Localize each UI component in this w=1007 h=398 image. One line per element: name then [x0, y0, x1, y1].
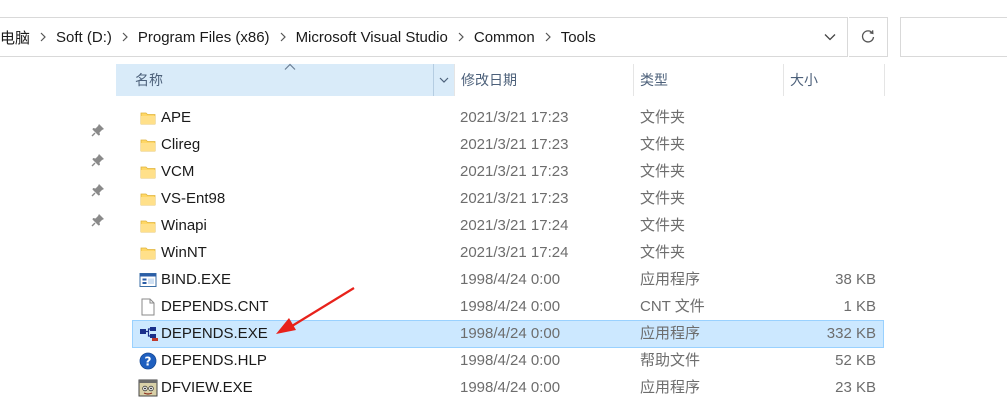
file-name: DEPENDS.CNT [161, 298, 269, 315]
file-date: 2021/3/21 17:23 [460, 163, 569, 180]
chevron-right-icon[interactable] [116, 18, 134, 56]
file-size: 38 KB [835, 271, 876, 288]
column-header-date-label: 修改日期 [461, 72, 517, 88]
file-name: VCM [161, 163, 195, 180]
file-type: 文件夹 [640, 109, 686, 126]
file-size: 332 KB [826, 325, 876, 342]
column-header-type-label: 类型 [640, 72, 668, 88]
file-row-depends-exe[interactable]: DEPENDS.EXE 1998/4/24 0:00 应用程序 332 KB [132, 320, 884, 348]
folder-icon [138, 109, 158, 127]
refresh-button[interactable] [849, 17, 888, 57]
file-date: 2021/3/21 17:23 [460, 190, 569, 207]
file-size: 52 KB [835, 352, 876, 369]
file-name: WinNT [161, 244, 207, 261]
column-divider[interactable] [884, 64, 885, 96]
ribbon-strip [0, 0, 1007, 8]
file-type: 应用程序 [640, 271, 701, 288]
chevron-right-icon[interactable] [539, 18, 557, 56]
breadcrumb-item-tools[interactable]: Tools [557, 29, 600, 46]
file-name: Clireg [161, 136, 201, 153]
file-date: 2021/3/21 17:24 [460, 217, 569, 234]
file-type: 文件夹 [640, 163, 686, 180]
file-date: 2021/3/21 17:23 [460, 109, 569, 126]
folder-icon [138, 217, 158, 235]
search-input[interactable] [900, 17, 1007, 57]
file-type: 文件夹 [640, 190, 686, 207]
file-row-ape[interactable]: APE 2021/3/21 17:23 文件夹 [132, 105, 884, 132]
file-type: CNT 文件 [640, 298, 705, 315]
folder-icon [138, 244, 158, 262]
svg-text:?: ? [145, 355, 152, 369]
file-name: BIND.EXE [161, 271, 232, 288]
column-header-name-label: 名称 [135, 72, 163, 88]
folder-icon [138, 136, 158, 154]
file-date: 1998/4/24 0:00 [460, 379, 561, 396]
file-date: 1998/4/24 0:00 [460, 298, 561, 315]
help-file-icon: ? [138, 352, 158, 370]
file-row-vcm[interactable]: VCM 2021/3/21 17:23 文件夹 [132, 159, 884, 186]
address-bar[interactable]: 电脑 Soft (D:) Program Files (x86) Microso… [0, 17, 848, 57]
column-header-date[interactable]: 修改日期 [455, 64, 633, 96]
file-row-clireg[interactable]: Clireg 2021/3/21 17:23 文件夹 [132, 132, 884, 159]
file-size: 23 KB [835, 379, 876, 396]
file-size: 1 KB [843, 298, 876, 315]
refresh-icon [861, 30, 875, 43]
breadcrumb-item-soft-drive[interactable]: Soft (D:) [52, 29, 116, 46]
file-type: 文件夹 [640, 244, 686, 261]
file-name: VS-Ent98 [161, 190, 226, 207]
file-type: 文件夹 [640, 136, 686, 153]
sort-ascending-icon [284, 63, 296, 70]
file-row-dfview-exe[interactable]: DFVIEW.EXE 1998/4/24 0:00 应用程序 23 KB [132, 375, 884, 398]
dfview-app-icon [138, 379, 158, 397]
pin-icon [91, 123, 105, 137]
file-type: 应用程序 [640, 379, 701, 396]
breadcrumb-item-program-files[interactable]: Program Files (x86) [134, 29, 274, 46]
column-filter-dropdown[interactable] [433, 64, 454, 96]
chevron-right-icon[interactable] [274, 18, 292, 56]
depends-app-icon [139, 325, 159, 343]
chevron-down-icon [439, 77, 449, 83]
folder-icon [138, 190, 158, 208]
column-header-type[interactable]: 类型 [634, 64, 783, 96]
file-name: DFVIEW.EXE [161, 379, 253, 396]
exe-window-icon [138, 271, 158, 289]
file-date: 2021/3/21 17:24 [460, 244, 569, 261]
file-name: DEPENDS.HLP [161, 352, 267, 369]
pin-icon [91, 213, 105, 227]
file-date: 1998/4/24 0:00 [460, 352, 561, 369]
file-row-winnt[interactable]: WinNT 2021/3/21 17:24 文件夹 [132, 240, 884, 267]
file-row-winapi[interactable]: Winapi 2021/3/21 17:24 文件夹 [132, 213, 884, 240]
file-date: 2021/3/21 17:23 [460, 136, 569, 153]
pin-icon [91, 183, 105, 197]
file-type: 文件夹 [640, 217, 686, 234]
breadcrumb-item-this-pc[interactable]: 电脑 [0, 27, 34, 48]
file-name: DEPENDS.EXE [161, 325, 268, 342]
file-name: APE [161, 109, 192, 126]
folder-icon [138, 163, 158, 181]
chevron-right-icon[interactable] [452, 18, 470, 56]
address-history-dropdown[interactable] [813, 18, 847, 56]
breadcrumb: 电脑 Soft (D:) Program Files (x86) Microso… [0, 18, 600, 56]
pin-icon [91, 153, 105, 167]
blank-file-icon [138, 298, 158, 316]
file-type: 帮助文件 [640, 352, 701, 369]
file-date: 1998/4/24 0:00 [460, 325, 561, 342]
file-date: 1998/4/24 0:00 [460, 271, 561, 288]
file-row-depends-cnt[interactable]: DEPENDS.CNT 1998/4/24 0:00 CNT 文件 1 KB [132, 294, 884, 321]
column-header-size[interactable]: 大小 [784, 64, 884, 96]
breadcrumb-item-visual-studio[interactable]: Microsoft Visual Studio [292, 29, 452, 46]
file-row-depends-hlp[interactable]: ? DEPENDS.HLP 1998/4/24 0:00 帮助文件 52 KB [132, 348, 884, 375]
file-row-vs-ent98[interactable]: VS-Ent98 2021/3/21 17:23 文件夹 [132, 186, 884, 213]
chevron-right-icon[interactable] [34, 18, 52, 56]
file-type: 应用程序 [640, 325, 701, 342]
chevron-down-icon [824, 34, 836, 41]
breadcrumb-item-common[interactable]: Common [470, 29, 539, 46]
column-header-size-label: 大小 [790, 72, 818, 88]
file-row-bind-exe[interactable]: BIND.EXE 1998/4/24 0:00 应用程序 38 KB [132, 267, 884, 294]
file-name: Winapi [161, 217, 207, 234]
